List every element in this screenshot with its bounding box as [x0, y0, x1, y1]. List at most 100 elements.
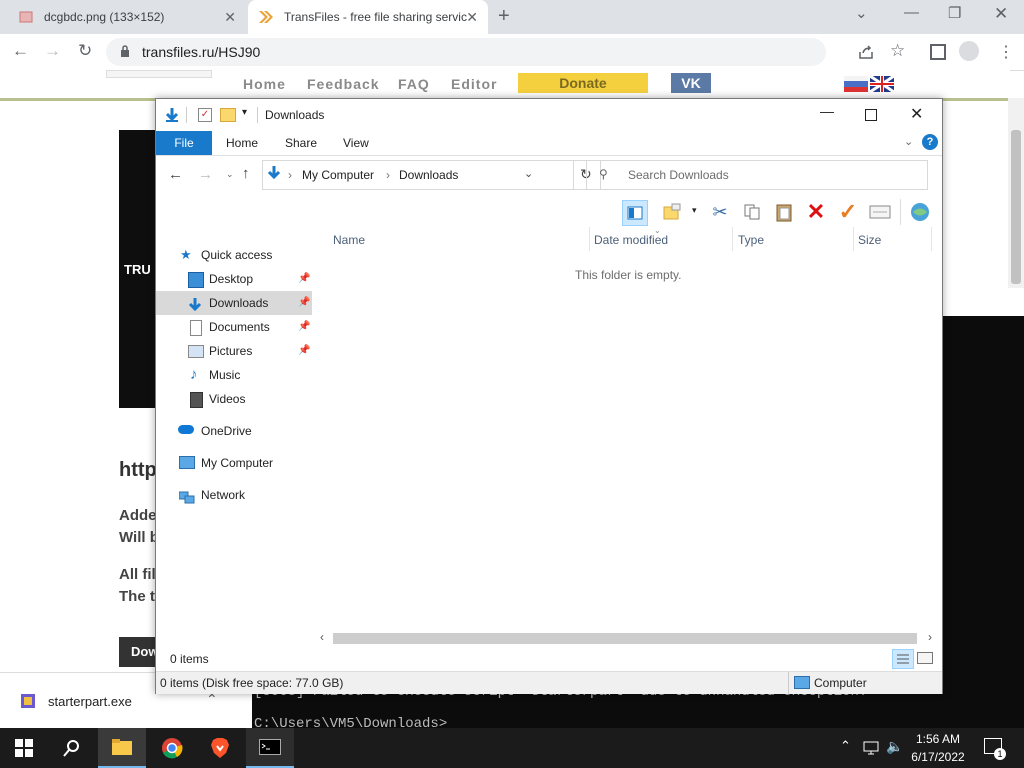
scroll-right-icon[interactable]: ›: [928, 630, 932, 644]
nav-network[interactable]: Network: [156, 483, 312, 507]
tab-title: dcgbdc.png (133×152): [44, 10, 165, 24]
nav-documents[interactable]: Documents 📌: [156, 315, 312, 339]
site-nav-feedback[interactable]: Feedback: [307, 76, 380, 92]
bookmark-star-icon[interactable]: ☆: [890, 41, 905, 61]
close-window-icon[interactable]: ✕: [994, 4, 1008, 24]
paste-icon[interactable]: [772, 200, 796, 224]
preview-pane-icon[interactable]: [622, 200, 648, 226]
download-button[interactable]: Dow: [119, 637, 159, 667]
menu-dots-icon[interactable]: ⋮: [998, 42, 1014, 62]
properties-toolbar-icon[interactable]: [868, 200, 892, 224]
customize-qat-icon[interactable]: ▾: [242, 107, 247, 118]
vk-button[interactable]: VK: [671, 73, 711, 93]
page-scrollbar-thumb[interactable]: [1011, 130, 1021, 284]
forward-icon[interactable]: →: [198, 166, 213, 183]
tab-home[interactable]: Home: [226, 131, 258, 155]
pin-icon[interactable]: 📌: [298, 267, 310, 291]
column-date-modified[interactable]: Date modified: [594, 233, 668, 247]
horizontal-scrollbar[interactable]: ‹ ›: [320, 630, 942, 647]
new-item-icon[interactable]: [660, 200, 684, 224]
nav-quick-access[interactable]: ★ Quick access: [156, 243, 312, 267]
minimize-icon[interactable]: —: [904, 4, 919, 21]
column-type[interactable]: Type: [738, 233, 764, 247]
taskbar-console[interactable]: [246, 728, 294, 768]
taskbar-brave[interactable]: [196, 728, 244, 768]
cut-icon[interactable]: ✂: [708, 200, 732, 224]
nav-my-computer[interactable]: My Computer: [156, 451, 312, 475]
clock-time[interactable]: 1:56 AM: [906, 732, 970, 746]
profile-avatar[interactable]: [959, 41, 979, 61]
maximize-icon[interactable]: [865, 109, 877, 121]
expand-ribbon-icon[interactable]: ⌄: [904, 135, 913, 148]
large-icons-view-icon[interactable]: [917, 652, 933, 664]
tab-transfiles[interactable]: TransFiles - free file sharing servic ✕: [248, 0, 488, 34]
download-file-name[interactable]: starterpart.exe: [48, 694, 132, 709]
back-icon[interactable]: ←: [168, 166, 183, 183]
column-name[interactable]: Name: [333, 233, 365, 247]
tab-view[interactable]: View: [343, 131, 369, 155]
properties-icon[interactable]: ✓: [198, 108, 212, 122]
column-separator[interactable]: [589, 227, 590, 251]
column-separator[interactable]: [931, 227, 932, 251]
side-panel-icon[interactable]: [930, 44, 946, 60]
search-box[interactable]: ⚲ Search Downloads: [586, 160, 928, 190]
new-item-dropdown-icon[interactable]: ▾: [692, 205, 697, 216]
address-dropdown-icon[interactable]: ⌄: [524, 167, 533, 180]
file-explorer-window[interactable]: ✓ ▾ Downloads — ✕ File Home Share View ⌄…: [155, 98, 943, 694]
nav-downloads[interactable]: Downloads 📌: [156, 291, 312, 315]
column-separator[interactable]: [853, 227, 854, 251]
site-nav-faq[interactable]: FAQ: [398, 76, 430, 92]
search-button[interactable]: [48, 728, 96, 768]
close-tab-icon[interactable]: ✕: [466, 9, 478, 26]
nav-music[interactable]: ♪ Music: [156, 363, 312, 387]
pin-icon[interactable]: 📌: [298, 291, 310, 315]
tab-share[interactable]: Share: [285, 131, 317, 155]
nav-onedrive[interactable]: OneDrive: [156, 419, 312, 443]
share-icon[interactable]: [858, 44, 874, 63]
lock-icon[interactable]: [120, 45, 130, 61]
nav-pictures[interactable]: Pictures 📌: [156, 339, 312, 363]
scrollbar-thumb[interactable]: [333, 633, 917, 644]
tab-image[interactable]: dcgbdc.png (133×152) ✕: [0, 0, 246, 34]
recent-locations-icon[interactable]: ⌄: [226, 169, 234, 180]
network-tray-icon[interactable]: [862, 740, 880, 759]
column-separator[interactable]: [732, 227, 733, 251]
copy-icon[interactable]: [740, 200, 764, 224]
file-link[interactable]: http: [119, 459, 157, 482]
language-flags[interactable]: [844, 74, 895, 94]
back-icon[interactable]: ←: [12, 41, 29, 61]
minimize-icon[interactable]: —: [820, 103, 834, 119]
details-view-icon[interactable]: [892, 649, 914, 669]
show-hidden-icons-icon[interactable]: ⌃: [840, 738, 851, 754]
start-button[interactable]: [0, 728, 48, 768]
restore-icon[interactable]: ❐: [948, 4, 961, 22]
close-icon[interactable]: ✕: [910, 104, 923, 124]
delete-icon[interactable]: ✕: [804, 200, 828, 224]
tab-file[interactable]: File: [156, 131, 212, 155]
help-icon[interactable]: ?: [922, 134, 938, 150]
nav-desktop[interactable]: Desktop 📌: [156, 267, 312, 291]
close-tab-icon[interactable]: ✕: [224, 9, 236, 26]
network-globe-icon[interactable]: [908, 200, 932, 224]
column-size[interactable]: Size: [858, 233, 881, 247]
taskbar-chrome[interactable]: [148, 728, 196, 768]
breadcrumb-my-computer[interactable]: My Computer: [302, 168, 374, 182]
rename-icon[interactable]: ✓: [836, 200, 860, 224]
scroll-left-icon[interactable]: ‹: [320, 630, 324, 644]
up-icon[interactable]: ↑: [242, 165, 250, 182]
taskbar-file-explorer[interactable]: [98, 728, 146, 768]
pin-icon[interactable]: 📌: [298, 339, 310, 363]
nav-videos[interactable]: Videos: [156, 387, 312, 411]
tab-search-icon[interactable]: ⌄: [855, 4, 868, 22]
new-tab-icon[interactable]: +: [498, 5, 510, 28]
new-folder-icon[interactable]: [220, 108, 236, 122]
donate-button[interactable]: Donate: [518, 73, 648, 93]
pin-icon[interactable]: 📌: [298, 315, 310, 339]
clock-date[interactable]: 6/17/2022: [906, 750, 970, 764]
forward-icon[interactable]: →: [44, 41, 61, 61]
site-nav-editor[interactable]: Editor: [451, 76, 497, 92]
breadcrumb-downloads[interactable]: Downloads: [399, 168, 458, 182]
reload-icon[interactable]: ↻: [78, 41, 92, 61]
volume-icon[interactable]: 🔈: [886, 738, 903, 755]
site-nav-home[interactable]: Home: [243, 76, 286, 92]
